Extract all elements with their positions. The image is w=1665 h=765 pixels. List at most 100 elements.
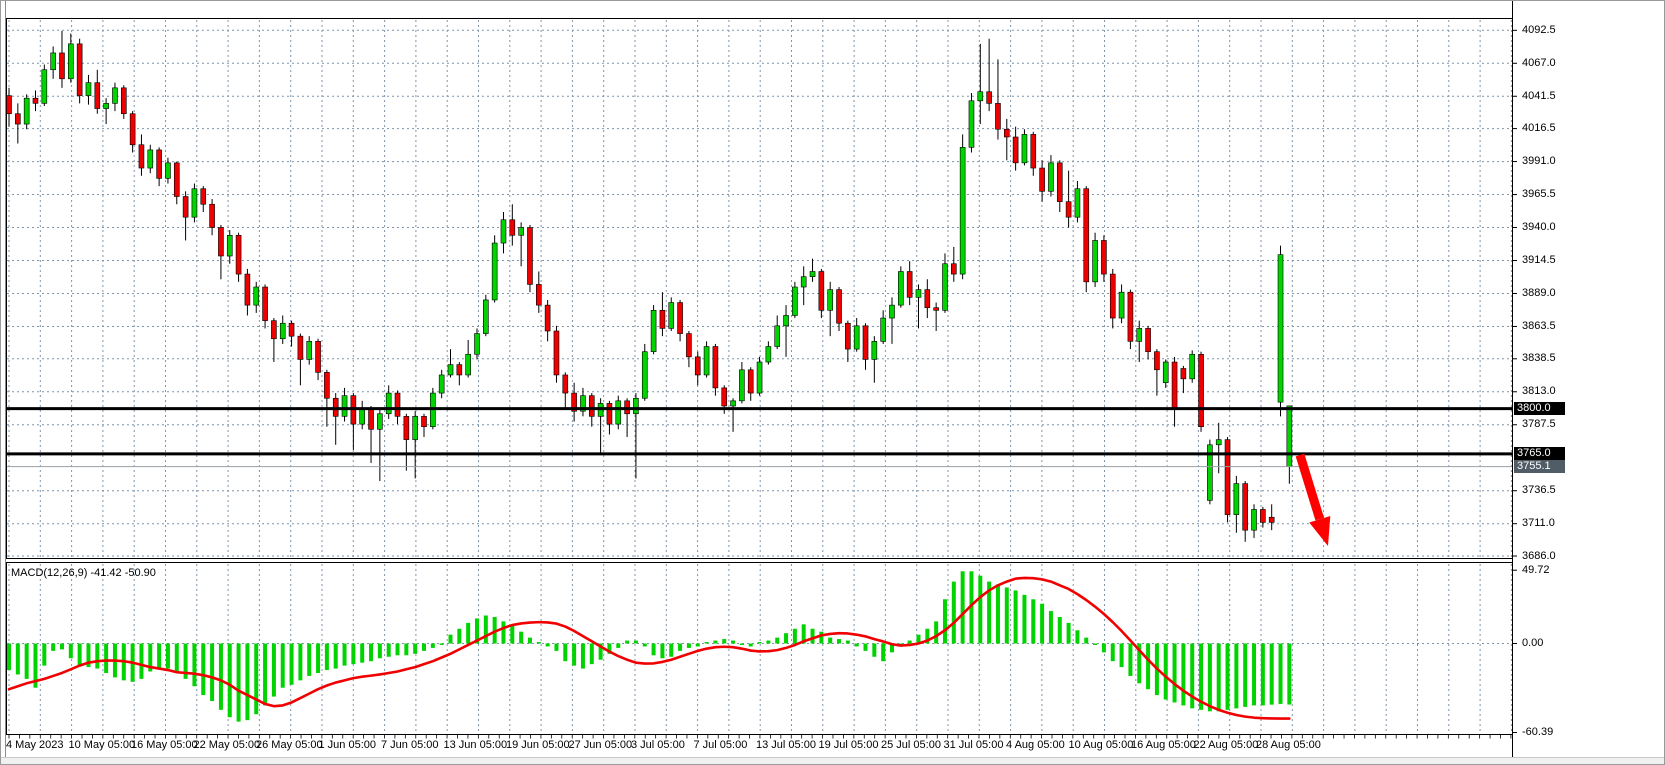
candle-body [192,189,197,217]
macd-histogram-bar [1084,638,1088,644]
time-axis-label: 13 Jun 05:00 [444,739,508,751]
macd-histogram-bar [1102,644,1106,653]
candle-body [792,287,797,315]
macd-histogram-bar [343,644,347,666]
candle-body [369,409,374,430]
macd-histogram-bar [1058,617,1062,644]
macd-histogram-bar [245,644,249,721]
macd-histogram-bar [219,644,223,710]
macd-histogram-bar [713,641,717,644]
candle-body [227,235,232,256]
candle-body [68,44,73,79]
candle-body [536,284,541,305]
candle-body [95,83,100,109]
time-axis-label: 27 Jun 05:00 [569,739,633,751]
macd-indicator-label: MACD(12,26,9) -41.42 -50.90 [11,567,156,579]
macd-histogram-bar [157,644,161,669]
candle-body [863,326,868,360]
price-axis-label: 3838.5 [1522,352,1556,364]
price-axis-label: 3940.0 [1522,221,1556,233]
candle-body [1199,354,1204,426]
candle-body [174,163,179,197]
candle-body [492,243,497,300]
chart-canvas[interactable] [1,1,1665,765]
time-axis-label: 19 Jun 05:00 [506,739,570,751]
trading-terminal-window: ▼CHINA300-,H4 3802.1 3802.1 3741.9 3755.… [0,0,1665,765]
macd-histogram-bar [572,644,576,666]
candle-body [1022,134,1027,162]
macd-histogram-bar [1093,644,1097,645]
macd-histogram-bar [855,644,859,647]
macd-histogram-bar [784,633,788,643]
candle-body [307,341,312,359]
macd-histogram-bar [943,599,947,643]
macd-histogram-bar [1217,644,1221,712]
macd-histogram-bar [643,644,647,647]
macd-histogram-bar [95,644,99,669]
macd-histogram-bar [961,571,965,643]
macd-panel[interactable] [7,563,1513,735]
candle-body [1260,509,1265,522]
candle-body [448,365,453,375]
candle-body [1252,509,1257,530]
candle-body [112,88,117,104]
candle-body [801,277,806,287]
macd-histogram-bar [846,641,850,644]
macd-histogram-bar [263,644,267,706]
candle-body [474,334,479,355]
main-chart-panel[interactable] [7,19,1513,559]
macd-histogram-bar [457,629,461,644]
time-axis-label: 4 Aug 05:00 [1006,739,1065,751]
candle-body [1287,406,1292,467]
macd-histogram-bar [528,638,532,644]
macd-histogram-bar [1067,623,1071,644]
macd-histogram-bar [440,644,444,645]
candle-body [872,341,877,359]
macd-histogram-bar [581,644,585,669]
macd-histogram-bar [139,644,143,679]
macd-histogram-bar [484,615,488,643]
macd-histogram-bar [590,644,594,665]
macd-histogram-bar [811,629,815,644]
macd-histogram-bar [678,644,682,651]
macd-histogram-bar [510,626,514,644]
candle-body [7,96,12,114]
macd-histogram-bar [1226,644,1230,710]
time-axis-label: 10 Aug 05:00 [1069,739,1134,751]
macd-histogram-bar [1005,587,1009,643]
candle-body [934,308,939,311]
candle-body [1278,255,1283,402]
candle-body [1225,440,1230,515]
candle-body [775,326,780,347]
candle-body [1040,168,1045,191]
candle-body [42,70,47,104]
candle-body [130,114,135,145]
candle-body [837,290,842,324]
candle-body [527,228,532,285]
macd-histogram-bar [360,644,364,663]
macd-histogram-bar [546,644,550,647]
candle-body [845,323,850,349]
candle-body [263,287,268,321]
macd-histogram-bar [819,632,823,644]
candle-body [395,393,400,416]
macd-histogram-bar [413,644,417,654]
macd-histogram-bar [749,644,753,647]
candle-body [545,305,550,331]
candle-body [157,150,162,178]
macd-histogram-bar [952,582,956,644]
candle-body [254,287,259,305]
macd-histogram-bar [104,644,108,673]
macd-axis-label: 0.00 [1522,637,1543,649]
price-axis-label: 4041.5 [1522,90,1556,102]
price-axis-label: 4067.0 [1522,57,1556,69]
macd-histogram-bar [616,644,620,648]
candle-body [33,98,38,103]
macd-histogram-bar [51,644,55,651]
time-axis-label: 22 Aug 05:00 [1194,739,1259,751]
macd-histogram-bar [69,644,73,659]
candle-body [271,321,276,339]
candle-body [104,103,109,108]
macd-histogram-bar [1279,644,1283,704]
price-axis-label: 3889.0 [1522,287,1556,299]
